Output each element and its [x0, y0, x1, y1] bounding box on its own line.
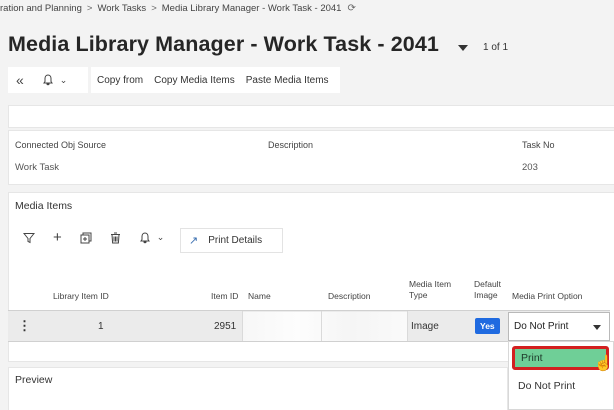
print-details-label: Print Details	[208, 235, 263, 246]
hand-cursor-icon: ☝	[594, 355, 613, 372]
cell-item-id: 2951	[214, 320, 237, 332]
duplicate-icon[interactable]	[80, 232, 92, 244]
breadcrumb-item-work-tasks[interactable]: Work Tasks	[97, 3, 146, 14]
breadcrumb: ration and Planning > Work Tasks > Media Lib…	[0, 3, 356, 14]
table-row[interactable]: ⋮ 1 2951 Image Yes Do Not Print	[8, 310, 610, 342]
breadcrumb-separator: >	[86, 3, 93, 14]
media-items-toolbar: + ⌄	[23, 229, 164, 246]
row-menu-icon[interactable]: ⋮	[18, 311, 31, 341]
option-do-not-print[interactable]: Do Not Print	[509, 380, 613, 392]
connected-obj-source-value: Work Task	[15, 162, 59, 173]
col-header-media-item-type-line2: Type	[409, 290, 428, 300]
media-items-title: Media Items	[15, 200, 73, 212]
col-header-item-id[interactable]: Item ID	[211, 291, 238, 302]
media-print-option-value: Do Not Print	[514, 321, 569, 332]
col-header-default-image-line1: Default	[474, 279, 501, 289]
header-panel	[8, 105, 614, 128]
record-pager: 1 of 1	[483, 42, 509, 53]
add-icon[interactable]: +	[53, 229, 62, 246]
col-header-media-item-type[interactable]: Media Item Type	[409, 279, 451, 301]
cell-library-item-id: 1	[98, 320, 104, 332]
action-toolbar: Copy from Copy Media Items Paste Media I…	[91, 67, 340, 93]
collapse-left-icon[interactable]: «	[16, 72, 24, 88]
preview-panel: Preview	[8, 367, 508, 410]
chevron-down-icon[interactable]: ⌄	[157, 232, 165, 243]
nav-toolbar: « ⌄	[8, 67, 88, 93]
breadcrumb-separator: >	[151, 3, 157, 14]
col-header-description[interactable]: Description	[328, 291, 371, 302]
work-task-info-panel: Connected Obj Source Work Task Descripti…	[8, 130, 614, 185]
col-header-media-item-type-line1: Media Item	[409, 279, 452, 289]
delete-icon[interactable]	[110, 232, 121, 244]
connected-obj-source-label: Connected Obj Source	[15, 140, 107, 150]
col-header-default-image-line2: Image	[474, 290, 498, 300]
col-header-media-print-option[interactable]: Media Print Option	[512, 291, 582, 302]
paste-media-items-button[interactable]: Paste Media Items	[246, 75, 329, 86]
chevron-up-icon[interactable]	[593, 325, 601, 330]
column-divider	[321, 311, 322, 341]
refresh-icon[interactable]: ⟳	[347, 3, 355, 14]
col-header-name[interactable]: Name	[248, 291, 271, 302]
chevron-down-icon[interactable]: ⌄	[60, 75, 68, 86]
cell-media-item-type: Image	[411, 320, 439, 332]
copy-from-button[interactable]: Copy from	[97, 75, 143, 86]
cell-name-description-redacted	[243, 312, 407, 341]
bell-icon[interactable]	[42, 74, 54, 86]
print-details-button[interactable]: ↗ Print Details	[180, 228, 283, 253]
task-no-label: Task No	[522, 140, 555, 150]
description-label: Description	[268, 140, 314, 150]
print-details-icon: ↗	[189, 235, 199, 247]
copy-media-items-button[interactable]: Copy Media Items	[154, 75, 235, 86]
breadcrumb-item-operation-planning[interactable]: ration and Planning	[0, 3, 82, 14]
task-no-value: 203	[522, 162, 538, 173]
breadcrumb-item-current: Media Library Manager - Work Task - 2041	[161, 3, 342, 14]
col-header-library-item-id[interactable]: Library Item ID	[53, 291, 109, 302]
cell-default-image: Yes	[475, 311, 500, 341]
page-title: Media Library Manager - Work Task - 2041	[8, 32, 439, 56]
preview-title: Preview	[15, 374, 53, 386]
column-divider	[407, 311, 408, 341]
column-divider	[242, 311, 243, 341]
media-print-option-select[interactable]: Do Not Print	[508, 312, 610, 341]
col-header-default-image[interactable]: Default Image	[474, 279, 501, 301]
notification-bell-icon[interactable]: ⌄	[139, 231, 165, 244]
filter-icon[interactable]	[23, 232, 35, 244]
media-print-option-dropdown: Print Do Not Print	[508, 341, 614, 410]
default-image-badge: Yes	[475, 318, 500, 334]
title-dropdown-icon[interactable]	[458, 45, 468, 51]
